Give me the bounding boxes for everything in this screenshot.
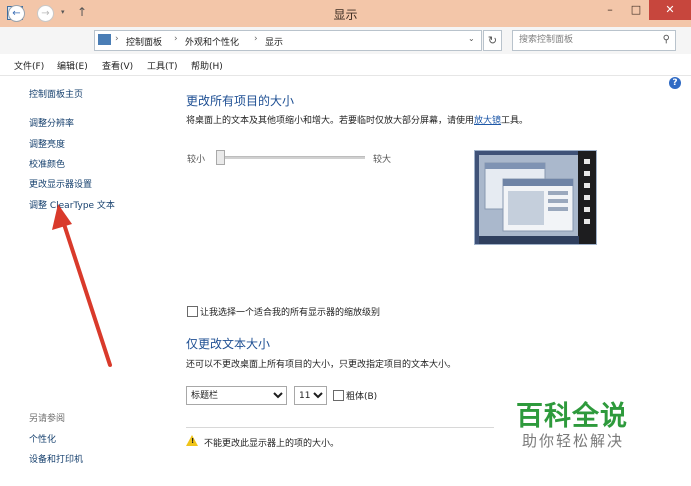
menu-bar: 文件(F) 编辑(E) 查看(V) 工具(T) 帮助(H): [0, 55, 691, 76]
help-icon[interactable]: ?: [669, 77, 681, 89]
menu-file[interactable]: 文件(F): [14, 59, 44, 72]
breadcrumb-separator: ›: [115, 34, 119, 44]
description-text-post: 工具。: [501, 116, 529, 126]
back-button[interactable]: ←: [8, 5, 25, 22]
watermark-logo: 百科全说: [516, 401, 628, 432]
arrow-head: [52, 204, 72, 230]
breadcrumb-separator[interactable]: ›: [254, 34, 258, 44]
sidebar-item-personalization[interactable]: 个性化: [29, 432, 56, 445]
bold-label[interactable]: 粗体(B): [346, 389, 377, 402]
search-icon[interactable]: ⚲: [663, 34, 670, 45]
warning-icon: !: [186, 435, 198, 446]
breadcrumb-display[interactable]: 显示: [265, 35, 283, 48]
search-input[interactable]: [519, 33, 654, 47]
sidebar-item-display-settings[interactable]: 更改显示器设置: [29, 177, 92, 190]
display-preview-image: [474, 150, 597, 245]
recent-locations-button[interactable]: ▾: [61, 8, 65, 16]
slider-label-small: 较小: [187, 155, 206, 165]
item-select[interactable]: 标题栏: [186, 386, 287, 405]
slider-label-large: 较大: [373, 155, 392, 165]
annotation-arrow: [52, 204, 112, 367]
divider: [186, 427, 494, 428]
sidebar-item-devices-printers[interactable]: 设备和打印机: [29, 452, 83, 465]
sidebar-item-calibrate-color[interactable]: 校准颜色: [29, 157, 65, 170]
warning-text: 不能更改此显示器上的项的大小。: [204, 439, 340, 449]
window-title: 显示: [333, 8, 358, 22]
menu-help[interactable]: 帮助(H): [191, 59, 223, 72]
description-change-text-size: 还可以不更改桌面上所有项目的大小，只更改指定项目的文本大小。: [186, 360, 457, 370]
custom-scaling-label[interactable]: 让我选择一个适合我的所有显示器的缩放级别: [200, 305, 380, 318]
font-size-select[interactable]: 11: [294, 386, 327, 405]
menu-tools[interactable]: 工具(T): [147, 59, 178, 72]
description-text-pre: 将桌面上的文本及其他项缩小和增大。若要临时仅放大部分屏幕，请使用: [186, 116, 475, 126]
chevron-down-icon[interactable]: ⌄: [468, 34, 475, 43]
menu-edit[interactable]: 编辑(E): [57, 59, 88, 72]
close-button[interactable]: ✕: [649, 0, 691, 20]
watermark-slogan: 助你轻松解决: [522, 432, 625, 450]
magnifier-link[interactable]: 放大镜: [474, 116, 501, 126]
breadcrumb-separator[interactable]: ›: [174, 34, 178, 44]
arrow-shaft: [60, 216, 112, 367]
bold-checkbox[interactable]: [333, 390, 344, 401]
size-slider-track[interactable]: [219, 156, 365, 159]
description-change-all-size: 将桌面上的文本及其他项缩小和增大。若要临时仅放大部分屏幕，请使用放大镜工具。: [186, 113, 528, 126]
custom-scaling-checkbox[interactable]: [187, 306, 198, 317]
address-bar[interactable]: › 控制面板 › 外观和个性化 › 显示 ⌄: [94, 30, 482, 51]
minimize-button[interactable]: –: [597, 0, 623, 20]
see-also-label: 另请参阅: [29, 414, 66, 424]
search-box[interactable]: ⚲: [512, 30, 676, 51]
breadcrumb-control-panel[interactable]: 控制面板: [126, 35, 162, 48]
refresh-button[interactable]: ↻: [483, 30, 502, 51]
title-bar: 显示 – □ ✕: [0, 0, 691, 27]
up-button[interactable]: ↑: [77, 5, 87, 19]
size-slider-thumb[interactable]: [216, 150, 225, 165]
heading-change-text-size: 仅更改文本大小: [186, 337, 271, 351]
forward-button[interactable]: →: [37, 5, 54, 22]
breadcrumb-appearance[interactable]: 外观和个性化: [185, 35, 239, 48]
sidebar-item-brightness[interactable]: 调整亮度: [29, 137, 65, 150]
menu-view[interactable]: 查看(V): [102, 59, 133, 72]
preview-illustration: [475, 151, 596, 244]
heading-change-all-size: 更改所有项目的大小: [186, 94, 295, 108]
sidebar-item-home[interactable]: 控制面板主页: [29, 87, 83, 100]
sidebar-item-resolution[interactable]: 调整分辨率: [29, 116, 74, 129]
maximize-button[interactable]: □: [623, 0, 649, 20]
monitor-icon: [98, 34, 111, 45]
